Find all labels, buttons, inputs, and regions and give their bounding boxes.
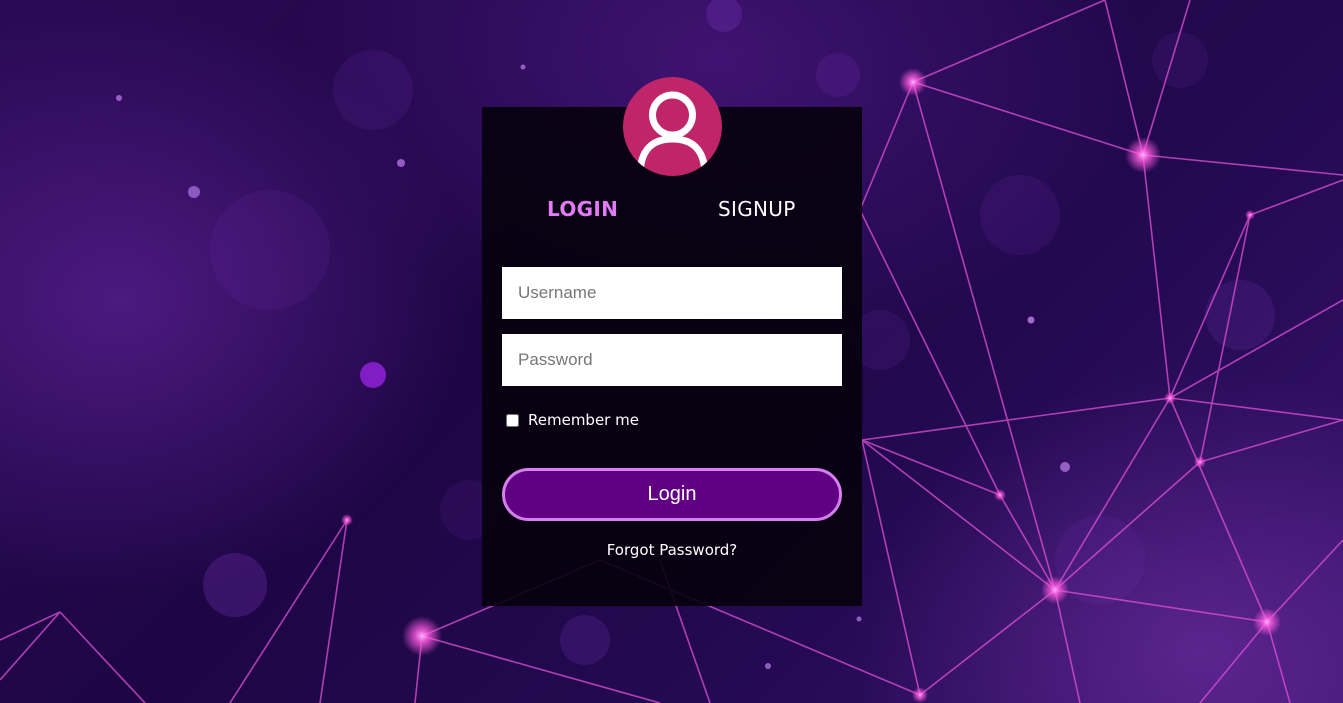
avatar (623, 77, 722, 176)
tab-login[interactable]: LOGIN (547, 197, 618, 221)
username-input[interactable] (502, 267, 842, 319)
forgot-password-link[interactable]: Forgot Password? (482, 541, 862, 559)
login-button[interactable]: Login (502, 468, 842, 521)
password-input[interactable] (502, 334, 842, 386)
remember-me-label: Remember me (528, 411, 639, 429)
user-icon (636, 91, 709, 176)
remember-me-row: Remember me (506, 411, 639, 429)
remember-me-checkbox[interactable] (506, 413, 519, 427)
tab-signup[interactable]: SIGNUP (718, 197, 796, 221)
